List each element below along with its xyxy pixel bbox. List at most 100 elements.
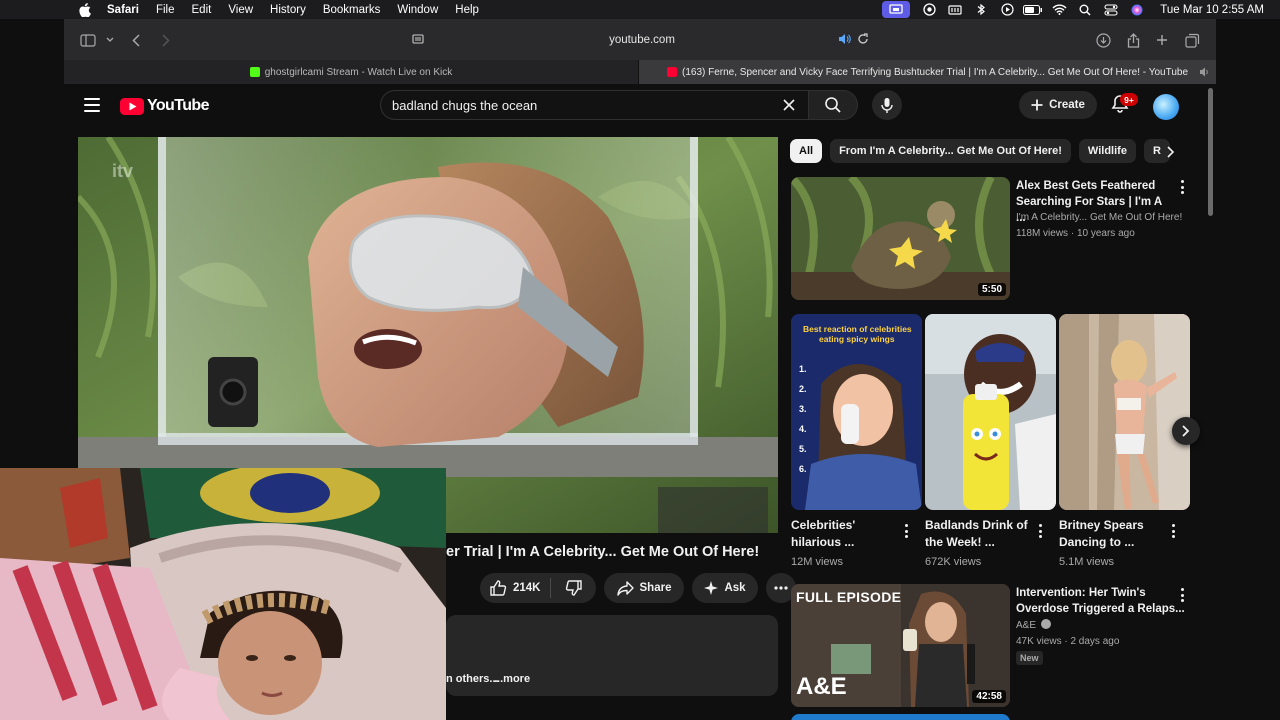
webcam-image — [0, 468, 446, 720]
tab-overview-icon[interactable] — [1182, 30, 1202, 50]
rec-channel-2[interactable]: A&E — [1016, 618, 1051, 633]
rec-menu-icon[interactable] — [1181, 588, 1185, 602]
rec-thumbnail-1[interactable]: 5:50 — [791, 177, 1010, 300]
macos-menu-bar: Safari File Edit View History Bookmarks … — [0, 0, 1280, 19]
tab-kick-stream[interactable]: ghostgirlcami Stream - Watch Live on Kic… — [64, 60, 639, 84]
address-text: youtube.com — [609, 34, 675, 46]
audio-playing-icon[interactable] — [838, 33, 851, 48]
menu-view[interactable]: View — [228, 4, 253, 16]
short-menu-icon[interactable] — [1172, 524, 1176, 538]
wifi-icon[interactable] — [1046, 0, 1072, 19]
status-area: Tue Mar 10 2:55 AM — [882, 0, 1280, 19]
chip-all[interactable]: All — [790, 139, 823, 163]
memory-icon[interactable] — [942, 0, 968, 19]
share-arrow-icon — [616, 580, 634, 596]
clear-search-icon[interactable] — [782, 98, 796, 112]
account-avatar[interactable] — [1153, 94, 1179, 120]
like-button[interactable]: 214K — [480, 573, 550, 603]
tab-bar: ghostgirlcami Stream - Watch Live on Kic… — [64, 60, 1216, 84]
bluetooth-icon[interactable] — [968, 0, 994, 19]
short-menu-icon[interactable] — [905, 524, 909, 538]
menu-app-name[interactable]: Safari — [107, 4, 139, 16]
short-title-1[interactable]: Celebrities' hilarious ... — [791, 517, 901, 551]
related-chips: All From I'm A Celebrity... Get Me Out O… — [790, 138, 1190, 164]
short-title-2[interactable]: Badlands Drink of the Week! ... — [925, 517, 1035, 551]
video-actions: 214K Share Ask — [446, 572, 796, 604]
page-scrollbar[interactable] — [1205, 84, 1216, 720]
rec-channel-1[interactable]: I'm A Celebrity... Get Me Out Of Here! — [1016, 210, 1186, 225]
reload-icon[interactable] — [857, 33, 869, 48]
share-label: Share — [639, 582, 672, 594]
record-icon[interactable] — [916, 0, 942, 19]
verified-icon — [1040, 619, 1051, 629]
thumbnail-image — [925, 314, 1056, 510]
page-menu-icon[interactable] — [412, 33, 424, 48]
share-button[interactable]: Share — [604, 573, 684, 603]
forward-icon[interactable] — [156, 30, 176, 50]
tab-youtube[interactable]: (163) Ferne, Spencer and Vicky Face Terr… — [639, 60, 1216, 84]
rec-menu-icon[interactable] — [1181, 180, 1185, 194]
svg-text:5.: 5. — [799, 444, 807, 454]
siri-icon[interactable] — [1124, 0, 1150, 19]
short-thumbnail-3[interactable] — [1059, 314, 1190, 510]
back-icon[interactable] — [126, 30, 146, 50]
tab-audio-icon[interactable] — [1199, 67, 1210, 80]
sidebar-toggle-icon[interactable] — [78, 30, 98, 50]
screen-mirror-icon[interactable] — [882, 1, 911, 18]
downloads-icon[interactable] — [1093, 30, 1113, 50]
svg-text:6.: 6. — [799, 464, 807, 474]
dislike-button[interactable] — [551, 573, 596, 603]
chevron-right-icon — [1182, 425, 1190, 437]
kick-favicon-icon — [249, 67, 260, 77]
create-button[interactable]: Create — [1019, 91, 1097, 119]
thumbs-down-icon — [565, 580, 582, 596]
channel-name: A&E — [1016, 620, 1037, 631]
control-center-icon[interactable] — [1098, 0, 1124, 19]
ask-button[interactable]: Ask — [692, 573, 758, 603]
short-thumbnail-1[interactable]: Best reaction of celebrities eating spic… — [791, 314, 922, 510]
short-menu-icon[interactable] — [1039, 524, 1043, 538]
search-icon — [825, 97, 841, 113]
new-tab-icon[interactable] — [1152, 30, 1172, 50]
menu-history[interactable]: History — [270, 4, 306, 16]
short-thumbnail-2[interactable] — [925, 314, 1056, 510]
rec-thumbnail-3-peek[interactable] — [791, 714, 1010, 720]
voice-search-button[interactable] — [872, 90, 902, 120]
short-views-2: 672K views — [925, 556, 982, 568]
search-button[interactable] — [808, 90, 858, 120]
new-badge: New — [1016, 651, 1043, 665]
apple-menu-icon[interactable] — [79, 2, 93, 17]
rec-meta-2: 47K views · 2 days ago — [1016, 636, 1120, 647]
sparkle-icon — [704, 581, 719, 595]
thumbs-up-icon — [490, 580, 507, 596]
rec-title-2[interactable]: Intervention: Her Twin's Overdose Trigge… — [1016, 585, 1186, 617]
guide-menu-icon[interactable] — [84, 98, 100, 112]
rec-thumbnail-2[interactable]: FULL EPISODE A&E 42:58 — [791, 584, 1010, 707]
shorts-next-button[interactable] — [1172, 417, 1200, 445]
chip-from-channel[interactable]: From I'm A Celebrity... Get Me Out Of He… — [830, 139, 1071, 163]
youtube-header: YouTube Create 9+ — [64, 84, 1216, 128]
chips-next-icon[interactable] — [1162, 144, 1178, 160]
thumbnail-image — [791, 177, 1010, 300]
youtube-logo[interactable]: YouTube — [120, 96, 209, 116]
short-title-3[interactable]: Britney Spears Dancing to ... — [1059, 517, 1169, 551]
menu-edit[interactable]: Edit — [192, 4, 212, 16]
menu-file[interactable]: File — [156, 4, 175, 16]
address-bar[interactable]: youtube.com — [409, 29, 875, 51]
menu-window[interactable]: Window — [397, 4, 438, 16]
share-icon[interactable] — [1123, 30, 1143, 50]
menu-clock[interactable]: Tue Mar 10 2:55 AM — [1160, 4, 1264, 16]
scrollbar-thumb[interactable] — [1208, 88, 1213, 216]
description-box[interactable]: n others... ...more — [446, 615, 778, 696]
like-count: 214K — [513, 582, 541, 594]
svg-text:3.: 3. — [799, 404, 807, 414]
search-input[interactable] — [392, 97, 752, 113]
tab-group-chevron-icon[interactable] — [100, 30, 120, 50]
menu-help[interactable]: Help — [455, 4, 479, 16]
chip-wildlife[interactable]: Wildlife — [1078, 139, 1136, 163]
menu-bookmarks[interactable]: Bookmarks — [323, 4, 381, 16]
description-more-link[interactable]: ...more — [494, 673, 530, 685]
now-playing-icon[interactable] — [994, 0, 1020, 19]
plus-icon — [1031, 99, 1043, 111]
spotlight-icon[interactable] — [1072, 0, 1098, 19]
